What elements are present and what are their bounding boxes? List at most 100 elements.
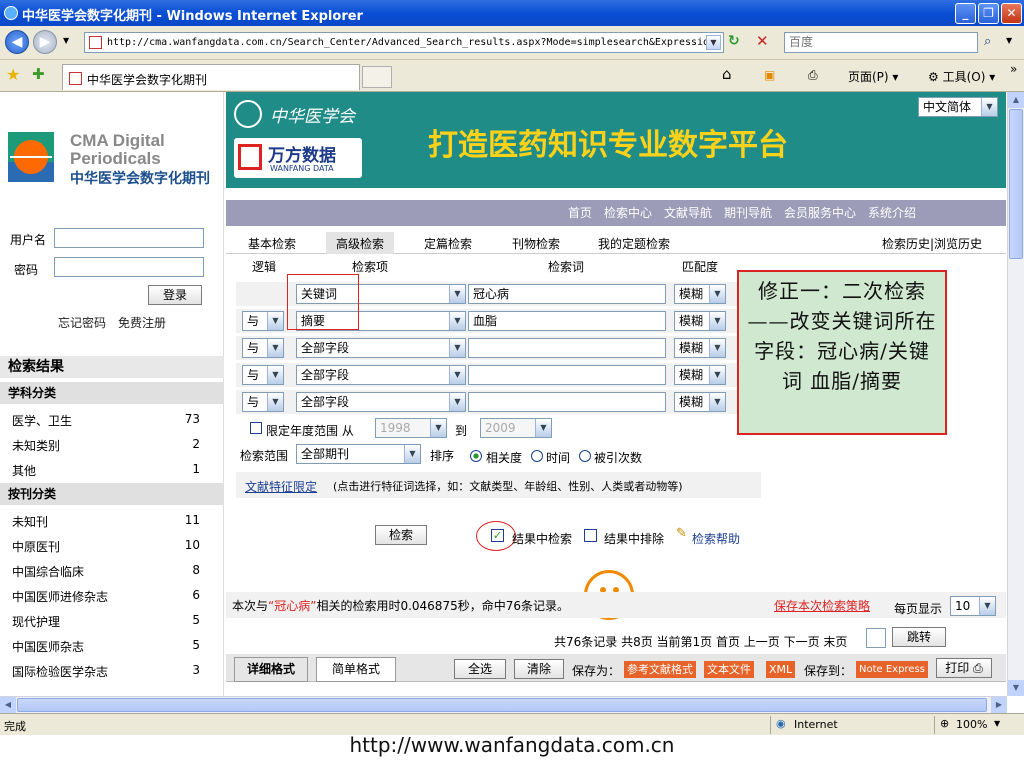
list-item[interactable]: 中国综合临床 8	[12, 563, 212, 587]
list-item[interactable]: 医学、卫生 73	[12, 412, 212, 436]
feature-link[interactable]: 文献特征限定	[245, 478, 317, 495]
scroll-down-icon[interactable]: ▼	[1008, 680, 1024, 696]
logic-select[interactable]: 与 ▼	[242, 365, 284, 385]
nav-search-center[interactable]: 检索中心	[604, 200, 652, 226]
back-icon[interactable]: ◀	[5, 30, 29, 54]
tab-my-topic-search[interactable]: 我的定题检索	[598, 235, 670, 252]
sort-time-radio[interactable]	[531, 450, 543, 462]
match-select[interactable]: 模糊 ▼	[674, 284, 726, 304]
list-item[interactable]: 国际检验医学杂志 3	[12, 663, 212, 687]
hscroll-thumb[interactable]	[17, 698, 987, 712]
list-item[interactable]: 未知刊 11	[12, 513, 212, 537]
term-input[interactable]	[468, 392, 666, 412]
match-select[interactable]: 模糊 ▼	[674, 338, 726, 358]
scope-select[interactable]: 全部期刊 ▼	[296, 444, 421, 464]
match-select[interactable]: 模糊 ▼	[674, 392, 726, 412]
close-button[interactable]: ✕	[1001, 3, 1022, 24]
list-item[interactable]: 中国医师进修杂志 6	[12, 588, 212, 612]
tab-detail-format[interactable]: 详细格式	[234, 657, 308, 682]
minimize-button[interactable]: _	[955, 3, 976, 24]
tools-menu[interactable]: ⚙ 工具(O) ▾	[928, 68, 995, 85]
register-link[interactable]: 免费注册	[118, 314, 166, 331]
history-dropdown-icon[interactable]: ▼	[63, 36, 69, 45]
history-links[interactable]: 检索历史|浏览历史	[882, 235, 982, 252]
nav-home[interactable]: 首页	[568, 200, 592, 226]
zoom-level[interactable]: 100%	[956, 718, 987, 731]
address-dropdown-icon[interactable]: ▼	[706, 35, 721, 50]
ref-format-button[interactable]: 参考文献格式	[624, 661, 696, 678]
term-input[interactable]: 血脂	[468, 311, 666, 331]
page-menu[interactable]: 页面(P) ▾	[848, 68, 898, 85]
logic-select[interactable]: 与 ▼	[242, 338, 284, 358]
within-results-checkbox[interactable]: ✓	[491, 529, 504, 542]
refresh-icon[interactable]: ↻	[728, 33, 740, 49]
jump-button[interactable]: 跳转	[892, 627, 946, 647]
address-bar[interactable]: http://cma.wanfangdata.com.cn/Search_Cen…	[84, 32, 724, 53]
password-field[interactable]	[54, 257, 204, 277]
field-select[interactable]: 全部字段 ▼	[296, 365, 466, 385]
field-select[interactable]: 全部字段 ▼	[296, 392, 466, 412]
list-item[interactable]: 未知类别 2	[12, 437, 212, 461]
scroll-thumb[interactable]	[1009, 109, 1023, 259]
term-input[interactable]	[468, 365, 666, 385]
zoom-dropdown-icon[interactable]: ▼	[994, 719, 1000, 728]
select-all-button[interactable]: 全选	[454, 659, 506, 679]
scroll-up-icon[interactable]: ▲	[1008, 92, 1024, 108]
forgot-password-link[interactable]: 忘记密码	[58, 314, 106, 331]
sort-citations-radio[interactable]	[579, 450, 591, 462]
term-input[interactable]	[468, 338, 666, 358]
tab-journal-search[interactable]: 刊物检索	[512, 235, 560, 252]
scroll-left-icon[interactable]: ◀	[0, 697, 16, 713]
logic-select[interactable]: 与 ▼	[242, 311, 284, 331]
new-tab-button[interactable]	[362, 66, 392, 88]
print-button[interactable]: 打印 ⎙	[936, 658, 992, 678]
match-select[interactable]: 模糊 ▼	[674, 365, 726, 385]
home-icon[interactable]: ⌂	[722, 65, 732, 83]
term-input[interactable]: 冠心病	[468, 284, 666, 304]
login-button[interactable]: 登录	[148, 285, 202, 305]
year-to-select[interactable]: 2009 ▼	[480, 418, 552, 438]
zoom-icon[interactable]: ⊕	[940, 717, 949, 730]
browser-tab[interactable]: 中华医学会数字化期刊	[62, 64, 360, 90]
stop-icon[interactable]: ✕	[756, 32, 769, 50]
maximize-button[interactable]: ❐	[978, 3, 999, 24]
list-item[interactable]: 中国医师杂志 5	[12, 638, 212, 662]
tab-advanced-search[interactable]: 高级检索	[326, 232, 395, 254]
year-from-select[interactable]: 1998 ▼	[375, 418, 447, 438]
search-options-icon[interactable]: ▼	[1006, 36, 1012, 45]
match-select[interactable]: 模糊 ▼	[674, 311, 726, 331]
year-limit-checkbox[interactable]	[250, 422, 262, 434]
search-go-icon[interactable]: ⌕	[984, 34, 991, 49]
nav-member[interactable]: 会员服务中心	[784, 200, 856, 226]
forward-icon[interactable]: ▶	[33, 30, 57, 54]
help-link[interactable]: 检索帮助	[692, 530, 740, 547]
sort-relevance-radio[interactable]	[470, 450, 482, 462]
list-item[interactable]: 现代护理 5	[12, 613, 212, 637]
tab-fixed-search[interactable]: 定篇检索	[424, 235, 472, 252]
more-chevron-icon[interactable]: »	[1010, 62, 1017, 76]
horizontal-scrollbar[interactable]: ◀ ▶	[0, 696, 1007, 713]
clear-button[interactable]: 清除	[514, 659, 564, 679]
username-field[interactable]	[54, 228, 204, 248]
vertical-scrollbar[interactable]: ▲ ▼	[1007, 92, 1024, 696]
add-favorite-icon[interactable]: ✚	[32, 65, 45, 83]
text-file-button[interactable]: 文本文件	[704, 661, 754, 678]
exclude-results-checkbox[interactable]	[584, 529, 597, 542]
pager-text[interactable]: 共76条记录 共8页 当前第1页 首页 上一页 下一页 末页	[554, 633, 847, 650]
xml-button[interactable]: XML	[766, 661, 796, 678]
list-item[interactable]: 中原医刊 10	[12, 538, 212, 562]
tab-basic-search[interactable]: 基本检索	[248, 235, 296, 252]
nav-journals[interactable]: 期刊导航	[724, 200, 772, 226]
scroll-right-icon[interactable]: ▶	[991, 697, 1007, 713]
language-select[interactable]: 中文简体 ▼	[918, 97, 998, 117]
field-select[interactable]: 全部字段 ▼	[296, 338, 466, 358]
print-icon[interactable]: ⎙	[808, 68, 818, 83]
logic-select[interactable]: 与 ▼	[242, 392, 284, 412]
favorites-star-icon[interactable]: ★	[6, 65, 20, 84]
note-express-button[interactable]: Note Express	[856, 661, 928, 678]
save-strategy-link[interactable]: 保存本次检索策略	[774, 597, 870, 614]
search-input[interactable]: 百度	[784, 32, 978, 53]
per-page-select[interactable]: 10 ▼	[950, 596, 996, 616]
page-number-input[interactable]	[866, 628, 886, 648]
search-button[interactable]: 检索	[375, 525, 427, 545]
